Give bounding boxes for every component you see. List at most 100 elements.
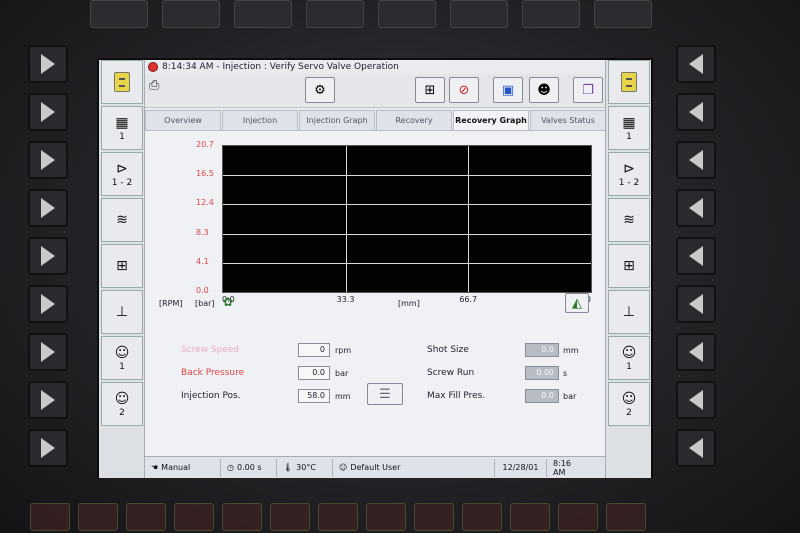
hardware-key[interactable] <box>162 0 220 28</box>
right-softkey-1[interactable] <box>676 45 716 83</box>
button-caption: 1 <box>119 362 125 372</box>
right-softkey-3[interactable] <box>676 141 716 179</box>
right-softkey-2[interactable] <box>676 93 716 131</box>
hardware-key[interactable] <box>234 0 292 28</box>
injection-pos-unit: mm <box>335 392 351 401</box>
main-area: 8:14:34 AM - Injection : Verify Servo Va… <box>145 60 607 478</box>
left-operator-1-button[interactable]: ☺ 1 <box>101 336 143 380</box>
hardware-key[interactable] <box>414 503 454 531</box>
left-operator-2-button[interactable]: ☺ 2 <box>101 382 143 426</box>
arrow-left-icon <box>689 390 703 410</box>
screw-speed-unit: rpm <box>335 346 352 355</box>
hardware-key[interactable] <box>378 0 436 28</box>
hardware-key[interactable] <box>126 503 166 531</box>
hardware-key[interactable] <box>90 0 148 28</box>
x-tick-label: 33.3 <box>336 295 355 304</box>
hardware-key[interactable] <box>510 503 550 531</box>
y-tick-label: 16.5 <box>196 169 214 179</box>
right-softkey-7[interactable] <box>676 333 716 371</box>
hardware-key[interactable] <box>222 503 262 531</box>
hardware-key[interactable] <box>462 503 502 531</box>
right-mold-button[interactable]: ▦ 1 <box>608 106 650 150</box>
left-valve-button[interactable]: ⊥ <box>101 290 143 334</box>
tab-injection[interactable]: Injection <box>222 110 298 130</box>
right-valve-button[interactable]: ⊥ <box>608 290 650 334</box>
mute-button[interactable]: ⊘ <box>449 77 479 103</box>
left-softkey-2[interactable] <box>28 93 68 131</box>
hydraulics-button[interactable]: ⊞ <box>415 77 445 103</box>
left-mold-button[interactable]: ▦ 1 <box>101 106 143 150</box>
right-nozzle-button[interactable]: ⊳ 1 - 2 <box>608 152 650 196</box>
arrow-left-icon <box>689 342 703 362</box>
hardware-key[interactable] <box>594 0 652 28</box>
tab-overview[interactable]: Overview <box>145 110 221 130</box>
machine-icon: ⚙ <box>314 82 326 98</box>
tab-injection-graph[interactable]: Injection Graph <box>299 110 375 130</box>
tab-recovery[interactable]: Recovery <box>376 110 452 130</box>
folder-icon <box>621 72 637 92</box>
right-softkey-6[interactable] <box>676 285 716 323</box>
left-softkey-9[interactable] <box>28 429 68 467</box>
arrow-left-icon <box>689 102 703 122</box>
max-fill-pres-label: Max Fill Pres. <box>427 391 486 401</box>
operator-icon: ☺ <box>114 391 130 407</box>
tab-recovery-graph[interactable]: Recovery Graph <box>453 110 529 130</box>
hmi-screen: ▦ 1 ⊳ 1 - 2 ≋ ⊞ ⊥ ☺ 1 ☺ 2 8:14:34 AM - Injec… <box>97 58 653 478</box>
user-button[interactable]: ☻ <box>529 77 559 103</box>
left-softkey-4[interactable] <box>28 189 68 227</box>
hardware-key[interactable] <box>306 0 364 28</box>
tab-valves-status[interactable]: Valves Status <box>530 110 606 130</box>
hardware-key[interactable] <box>606 503 646 531</box>
left-softkey-1[interactable] <box>28 45 68 83</box>
title-bar: 8:14:34 AM - Injection : Verify Servo Va… <box>145 60 607 74</box>
hardware-key[interactable] <box>522 0 580 28</box>
right-screw-button[interactable]: ≋ <box>608 198 650 242</box>
right-operator-1-button[interactable]: ☺ 1 <box>608 336 650 380</box>
y-tick-label: 20.7 <box>196 140 214 149</box>
mold-icon: ▦ <box>622 115 636 131</box>
right-folder-button[interactable] <box>608 60 650 104</box>
screw-run-label: Screw Run <box>427 368 475 378</box>
hardware-key[interactable] <box>450 0 508 28</box>
screen-button[interactable]: ▣ <box>493 77 523 103</box>
arrow-left-icon <box>689 54 703 74</box>
right-softkey-5[interactable] <box>676 237 716 275</box>
list-button[interactable]: ☰ <box>367 383 403 405</box>
right-softkey-4[interactable] <box>676 189 716 227</box>
left-ejector-button[interactable]: ⊞ <box>101 244 143 288</box>
graph-settings-button[interactable]: ◭ <box>565 293 589 313</box>
arrow-left-icon <box>689 150 703 170</box>
left-softkey-3[interactable] <box>28 141 68 179</box>
right-ejector-button[interactable]: ⊞ <box>608 244 650 288</box>
hardware-key[interactable] <box>78 503 118 531</box>
hardware-key[interactable] <box>318 503 358 531</box>
printer-icon[interactable]: ⎙ <box>149 78 159 93</box>
left-softkey-6[interactable] <box>28 285 68 323</box>
help-book-button[interactable]: ❐ <box>573 77 603 103</box>
left-folder-button[interactable] <box>101 60 143 104</box>
hydraulics-icon: ⊞ <box>424 82 436 98</box>
hardware-key[interactable] <box>366 503 406 531</box>
left-softkey-5[interactable] <box>28 237 68 275</box>
hardware-key[interactable] <box>174 503 214 531</box>
operator-icon: ☺ <box>114 345 130 361</box>
left-softkey-8[interactable] <box>28 381 68 419</box>
back-pressure-value: 0.0 <box>298 366 330 380</box>
hardware-key[interactable] <box>270 503 310 531</box>
machine-view-button[interactable]: ⚙ <box>305 77 335 103</box>
y-axis-label-rpm: [RPM] <box>159 299 183 308</box>
left-nozzle-button[interactable]: ⊳ 1 - 2 <box>101 152 143 196</box>
left-softkey-7[interactable] <box>28 333 68 371</box>
button-caption: 2 <box>626 408 632 418</box>
right-operator-2-button[interactable]: ☺ 2 <box>608 382 650 426</box>
right-softkey-9[interactable] <box>676 429 716 467</box>
max-fill-pres-unit: bar <box>563 392 577 401</box>
stopwatch-icon: ◷ <box>227 463 234 472</box>
mute-icon: ⊘ <box>458 82 470 98</box>
right-softkey-8[interactable] <box>676 381 716 419</box>
left-screw-button[interactable]: ≋ <box>101 198 143 242</box>
hardware-key[interactable] <box>558 503 598 531</box>
button-caption: 1 - 2 <box>111 178 133 188</box>
button-caption: 1 <box>119 132 125 142</box>
hardware-key[interactable] <box>30 503 70 531</box>
